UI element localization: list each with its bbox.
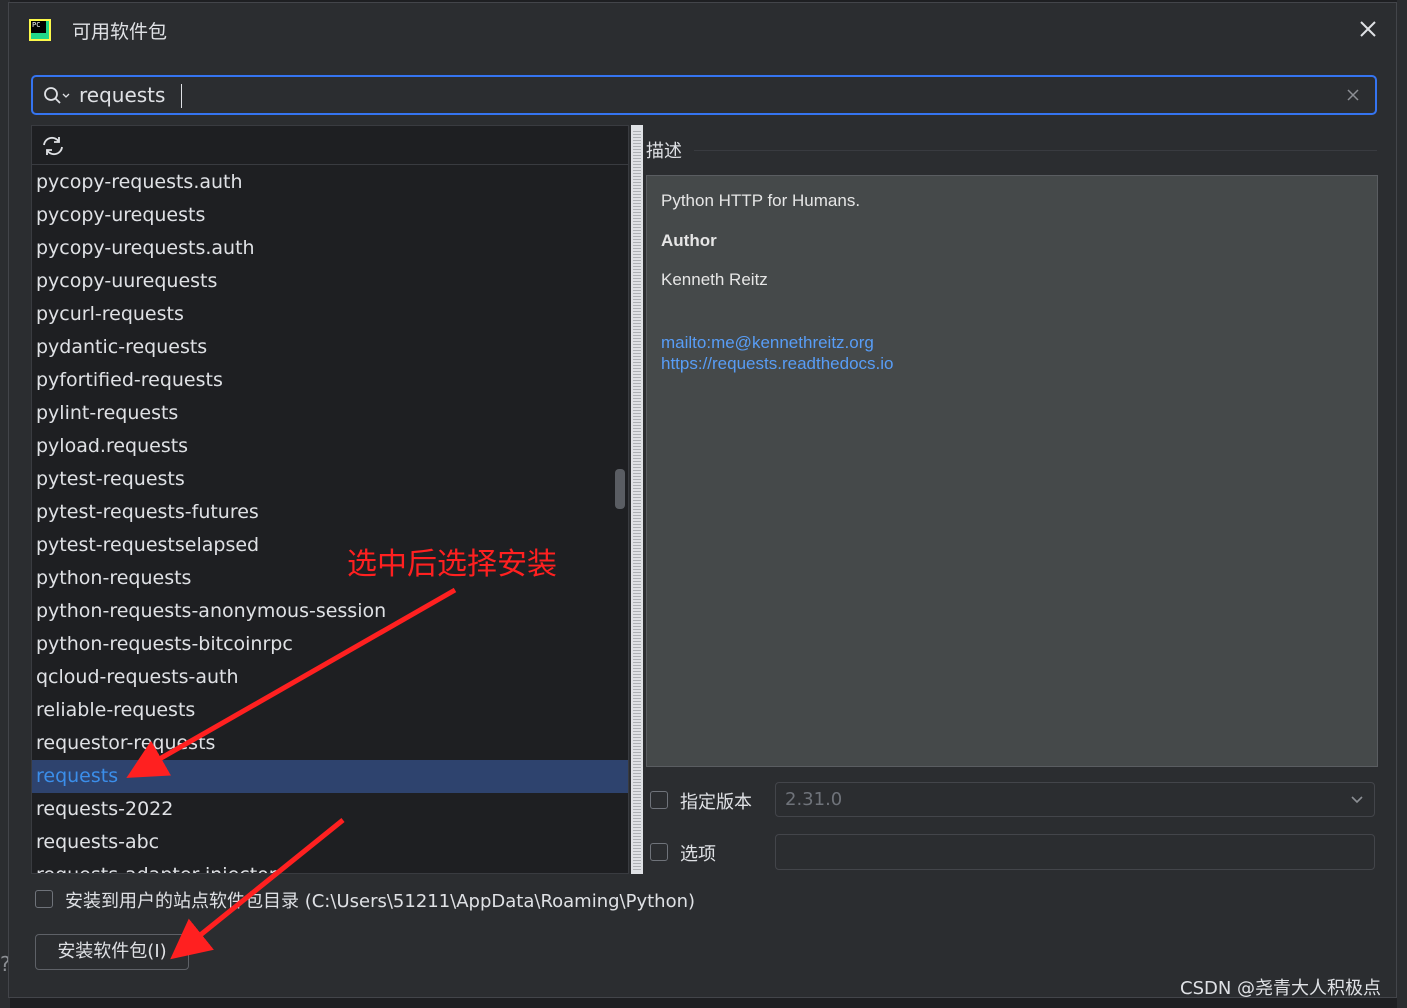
close-icon: [1360, 21, 1376, 37]
list-item[interactable]: requests-2022: [32, 793, 628, 826]
search-input[interactable]: [79, 81, 1279, 109]
list-item[interactable]: pyfortified-requests: [32, 364, 628, 397]
dialog-title: 可用软件包: [72, 21, 168, 43]
options-checkbox[interactable]: [650, 843, 668, 861]
list-item[interactable]: pytest-requests-futures: [32, 496, 628, 529]
list-item[interactable]: pydantic-requests: [32, 331, 628, 364]
author-email-link[interactable]: mailto:me@kennethreitz.org: [661, 333, 874, 353]
list-item[interactable]: pycopy-urequests: [32, 199, 628, 232]
options-input[interactable]: [775, 834, 1375, 870]
list-item[interactable]: requestor-requests: [32, 727, 628, 760]
list-toolbar: [32, 126, 628, 165]
available-packages-dialog: PC 可用软件包 pycopy-reques: [8, 2, 1397, 998]
ide-background-right: [1397, 0, 1407, 1008]
search-icon[interactable]: [43, 86, 71, 106]
author-heading: Author: [661, 231, 717, 250]
specify-version-label: 指定版本: [680, 792, 752, 813]
splitter[interactable]: [631, 125, 643, 874]
watermark: CSDN @尧青大人积极点: [1180, 978, 1382, 999]
homepage-link[interactable]: https://requests.readthedocs.io: [661, 354, 893, 374]
list-item[interactable]: qcloud-requests-auth: [32, 661, 628, 694]
chevron-down-icon: [1351, 796, 1363, 804]
list-item[interactable]: reliable-requests: [32, 694, 628, 727]
list-item[interactable]: pyload.requests: [32, 430, 628, 463]
specify-version-checkbox[interactable]: [650, 791, 668, 809]
title-bar: PC 可用软件包: [9, 3, 1396, 59]
list-item[interactable]: requests-abc: [32, 826, 628, 859]
list-item-selected[interactable]: requests: [32, 760, 628, 793]
list-item[interactable]: python-requests-anonymous-session: [32, 595, 628, 628]
version-select[interactable]: 2.31.0: [775, 782, 1375, 817]
list-scrollbar-thumb[interactable]: [615, 469, 625, 509]
clear-search-icon[interactable]: [1345, 87, 1361, 103]
list-item[interactable]: pycurl-requests: [32, 298, 628, 331]
close-button[interactable]: [1354, 15, 1382, 43]
package-summary: Python HTTP for Humans.: [661, 191, 861, 210]
list-item[interactable]: pycopy-requests.auth: [32, 166, 628, 199]
search-field[interactable]: [31, 75, 1377, 115]
package-list[interactable]: pycopy-requests.auth pycopy-urequests pyco…: [31, 125, 629, 874]
install-package-button[interactable]: 安装软件包(I): [35, 934, 189, 970]
list-item[interactable]: pytest-requests: [32, 463, 628, 496]
user-site-checkbox[interactable]: [35, 890, 53, 908]
list-item[interactable]: pylint-requests: [32, 397, 628, 430]
annotation-text: 选中后选择安装: [347, 547, 557, 582]
pycharm-logo-icon: PC: [29, 19, 51, 41]
text-caret: [181, 84, 182, 108]
user-site-label: 安装到用户的站点软件包目录 (C:\Users\51211\AppData\Ro…: [65, 891, 696, 912]
options-label: 选项: [680, 844, 716, 865]
refresh-icon[interactable]: [40, 135, 66, 157]
list-item[interactable]: pycopy-uurequests: [32, 265, 628, 298]
version-value: 2.31.0: [785, 789, 843, 810]
pycharm-logo-text: PC: [31, 21, 46, 33]
list-item[interactable]: requests-adapter-injector: [32, 859, 628, 873]
author-name: Kenneth Reitz: [661, 270, 768, 289]
list-item[interactable]: pycopy-urequests.auth: [32, 232, 628, 265]
list-item[interactable]: python-requests-bitcoinrpc: [32, 628, 628, 661]
description-divider: [694, 150, 1377, 151]
description-panel: Python HTTP for Humans. Author Kenneth R…: [646, 175, 1378, 767]
description-label: 描述: [646, 141, 682, 162]
